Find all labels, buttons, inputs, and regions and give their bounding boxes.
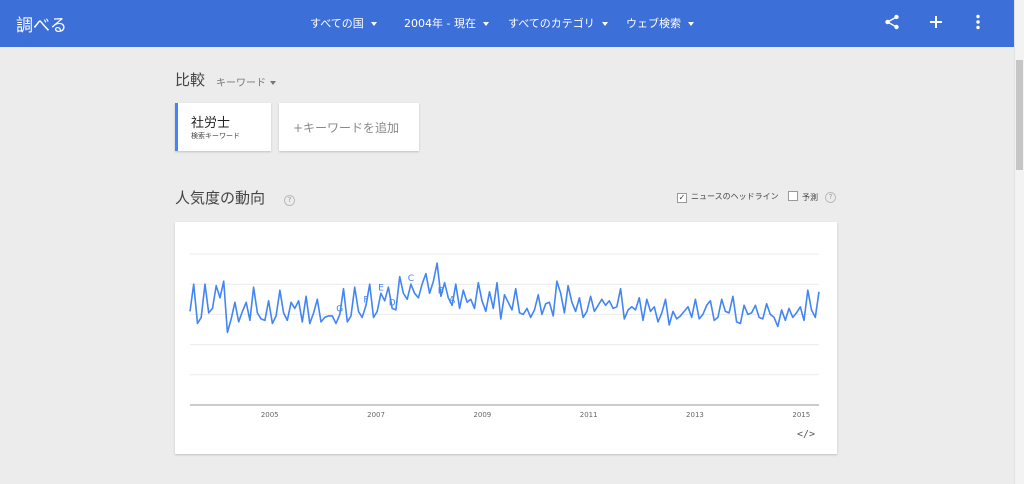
keyword-card[interactable]: 社労士 検索キーワード (175, 103, 271, 151)
add-keyword-label: +キーワードを追加 (293, 121, 400, 135)
plus-icon[interactable] (924, 10, 948, 34)
news-annotation-e: E (378, 283, 384, 293)
news-annotation-d: D (389, 298, 396, 308)
chart-x-tick-label: 2005 (261, 411, 279, 419)
news-annotation-a: A (449, 295, 456, 305)
help-icon[interactable]: ? (284, 195, 295, 206)
filter-category[interactable]: すべてのカテゴリ (508, 15, 608, 31)
help-icon[interactable]: ? (825, 192, 836, 203)
filter-country[interactable]: すべての国 (310, 15, 377, 31)
news-headlines-label: ニュースのヘッドライン (691, 192, 779, 201)
filter-search-type[interactable]: ウェブ検索 (626, 15, 694, 31)
news-headlines-checkbox[interactable]: ✓ (677, 193, 687, 203)
scrollbar[interactable] (1014, 0, 1024, 484)
interest-over-time-title: 人気度の動向 (175, 189, 266, 207)
top-app-bar: 調べる すべての国 2004年 - 現在 すべてのカテゴリ ウェブ検索 (0, 0, 1015, 47)
chevron-down-icon (688, 22, 694, 26)
forecast-option[interactable]: 予測 (788, 191, 818, 203)
filter-country-label: すべての国 (310, 17, 364, 30)
chart-x-tick-label: 2007 (367, 411, 385, 419)
add-keyword-card[interactable]: +キーワードを追加 (279, 103, 419, 151)
news-annotation-f: F (363, 295, 368, 305)
chart-series-layer (189, 262, 820, 334)
chevron-down-icon (601, 22, 608, 26)
news-headlines-option[interactable]: ✓ ニュースのヘッドライン (677, 191, 779, 203)
news-annotation-c: C (408, 274, 414, 284)
news-annotation-b: B (438, 286, 444, 296)
filter-search-type-label: ウェブ検索 (626, 17, 681, 30)
app-title[interactable]: 調べる (16, 11, 67, 36)
scrollbar-thumb[interactable] (1016, 60, 1023, 170)
chart-x-tick-label: 2013 (686, 411, 704, 419)
compare-type-label: キーワード (216, 78, 266, 89)
chevron-down-icon (270, 81, 276, 85)
filter-category-label: すべてのカテゴリ (508, 17, 595, 30)
keyword-name: 社労士 (191, 116, 231, 131)
chart-x-tick-label: 2011 (580, 411, 598, 419)
chart-x-tick-label: 2015 (792, 411, 810, 419)
chart-x-ticks: 2005 2007 2009 2011 2013 2015 (261, 411, 810, 419)
chart-grid (190, 253, 819, 406)
keyword-type: 検索キーワード (191, 132, 240, 140)
more-vert-icon[interactable] (966, 10, 990, 34)
filter-time-range-label: 2004年 - 現在 (404, 17, 476, 30)
embed-code-button[interactable]: </> (797, 429, 815, 440)
chart-x-tick-label: 2009 (473, 411, 491, 419)
interest-chart-card: 2005 2007 2009 2011 2013 2015 AB C DEF G (175, 222, 837, 454)
filter-time-range[interactable]: 2004年 - 現在 (404, 15, 489, 31)
interest-chart: 2005 2007 2009 2011 2013 2015 AB C DEF G (189, 253, 820, 419)
share-icon[interactable] (880, 10, 904, 34)
chevron-down-icon (482, 22, 489, 26)
compare-type-dropdown[interactable]: キーワード (216, 74, 276, 89)
forecast-label: 予測 (802, 193, 818, 202)
news-annotation-g: G (336, 304, 343, 314)
chart-series-line (189, 262, 820, 334)
compare-title: 比較 (175, 71, 206, 89)
forecast-checkbox[interactable] (788, 191, 798, 201)
chevron-down-icon (370, 22, 377, 26)
